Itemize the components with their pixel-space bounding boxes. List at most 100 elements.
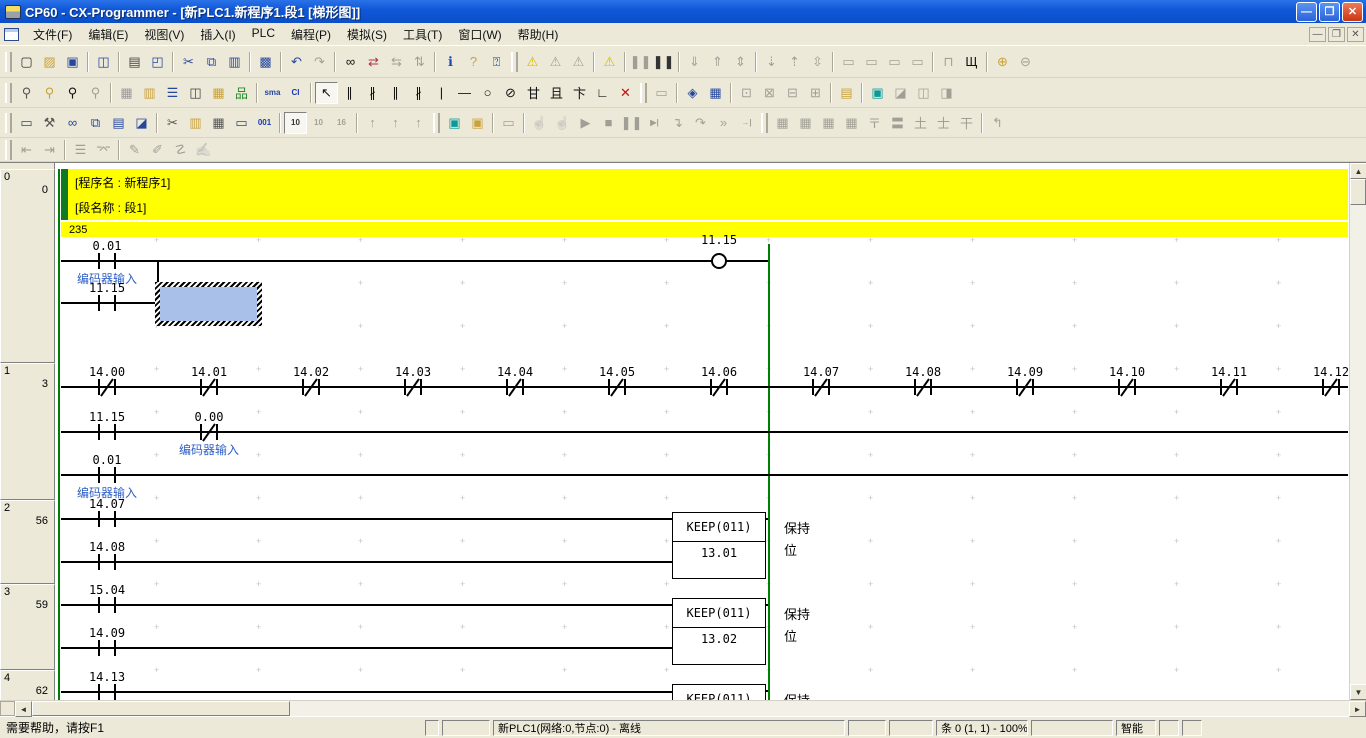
menu-编辑E[interactable]: 编辑(E) [80, 23, 136, 46]
toolbar-grip[interactable] [5, 52, 12, 72]
toolbar-grip[interactable] [433, 113, 440, 133]
properties-button[interactable]: ◪ [130, 112, 153, 134]
new-window-button[interactable]: ▭ [15, 112, 38, 134]
ladder-editor[interactable]: ▲ ▼ ++++++++++++++++++++++++++++++++++++… [0, 162, 1366, 700]
horizontal-scroll-thumb[interactable] [32, 701, 290, 716]
rung-header-1[interactable]: 13 [0, 363, 55, 500]
paste-button[interactable]: ▥ [223, 51, 246, 73]
address-list-button[interactable]: ☰ [161, 82, 184, 104]
toolbar-grip[interactable] [511, 52, 518, 72]
set-password-button[interactable]: ⊕ [991, 51, 1014, 73]
save-file-button[interactable]: ▣ [61, 51, 84, 73]
instruction-tool-button[interactable]: 甘 [522, 82, 545, 104]
rung-header-0[interactable]: 00 [0, 169, 55, 363]
radix-decimal-button[interactable]: 10 [284, 112, 307, 134]
data-trace-button[interactable]: Щ [960, 51, 983, 73]
child-restore-button[interactable]: ❐ [1328, 27, 1345, 42]
browse-layers-button[interactable]: ◈ [681, 82, 704, 104]
menu-插入I[interactable]: 插入(I) [192, 23, 243, 46]
mnemonic-view-button[interactable]: sma [261, 82, 284, 104]
instruction-2-button[interactable]: 且 [545, 82, 568, 104]
zoom-highlight-button[interactable]: ⚲ [38, 82, 61, 104]
toolbar-grip[interactable] [5, 83, 12, 103]
instruction-3-button[interactable]: 卞 [568, 82, 591, 104]
watch-window-button[interactable]: ▣ [866, 82, 889, 104]
print-preview-doc-button[interactable]: ◫ [92, 51, 115, 73]
contact-no-button[interactable]: ∥ [338, 82, 361, 104]
toolbar-grip[interactable] [640, 83, 647, 103]
vertical-scroll-track[interactable] [1350, 205, 1366, 684]
scroll-up-button[interactable]: ▲ [1350, 163, 1366, 179]
menu-文件F[interactable]: 文件(F) [25, 23, 80, 46]
simulator-settings-button[interactable]: ▣ [466, 112, 489, 134]
context-help-button[interactable]: ⍰ [485, 51, 508, 73]
scroll-down-button[interactable]: ▼ [1350, 684, 1366, 700]
menu-模拟S[interactable]: 模拟(S) [339, 23, 395, 46]
rung-header-3[interactable]: 359 [0, 584, 55, 670]
contact-or-no-button[interactable]: ∥ [384, 82, 407, 104]
close-button[interactable]: ✕ [1342, 2, 1363, 22]
address-reference-button[interactable]: ▤ [835, 82, 858, 104]
horizontal-scroll-track[interactable] [290, 701, 1349, 716]
instruction-box-clipped[interactable]: KEEP(011) [672, 684, 766, 700]
update-calendar-button[interactable]: ▦ [704, 82, 727, 104]
paste-program-button[interactable]: ▩ [254, 51, 277, 73]
toolbar-grip[interactable] [5, 113, 12, 133]
compile-button[interactable]: ⚠ [521, 51, 544, 73]
grid-toggle-button[interactable]: ▦ [115, 82, 138, 104]
copy-button[interactable]: ⧉ [200, 51, 223, 73]
binary-view-button[interactable]: 001 [253, 112, 276, 134]
vertical-scrollbar[interactable]: ▲ ▼ [1349, 163, 1366, 700]
memory-note-button[interactable]: ▥ [184, 112, 207, 134]
minimize-button[interactable]: — [1296, 2, 1317, 22]
vertical-wire-button[interactable]: | [430, 82, 453, 104]
scroll-left-button[interactable]: ◄ [15, 701, 32, 717]
menu-PLC[interactable]: PLC [244, 23, 283, 46]
zoom-tool-button[interactable]: ⚲ [15, 82, 38, 104]
work-online-button[interactable]: ⚠ [598, 51, 621, 73]
horizontal-wire-button[interactable]: — [453, 82, 476, 104]
program-tree-button[interactable]: 品 [230, 82, 253, 104]
watch-sheet-button[interactable]: ∞ [61, 112, 84, 134]
rung-header-4[interactable]: 462 [0, 670, 55, 700]
horizontal-scrollbar[interactable]: ◄ ► [0, 700, 1366, 716]
vertical-scroll-thumb[interactable] [1350, 179, 1366, 205]
contact-nc-button[interactable]: ∦ [361, 82, 384, 104]
program-check-button[interactable]: ▦ [207, 112, 230, 134]
scroll-right-button[interactable]: ► [1349, 701, 1366, 717]
select-tool-button[interactable]: ↖ [315, 82, 338, 104]
delete-tool-button[interactable]: ✕ [614, 82, 637, 104]
menu-窗口W[interactable]: 窗口(W) [450, 23, 509, 46]
menu-视图V[interactable]: 视图(V) [136, 23, 192, 46]
io-monitor-button[interactable]: ◫ [184, 82, 207, 104]
instruction-box-13.02[interactable]: KEEP(011)13.02 [672, 598, 766, 665]
about-button[interactable]: ℹ [439, 51, 462, 73]
io-comment-view-button[interactable]: ▤ [107, 112, 130, 134]
print-button[interactable]: ▤ [123, 51, 146, 73]
undo-button[interactable]: ↶ [285, 51, 308, 73]
selected-cell-highlight[interactable] [155, 282, 262, 326]
build-button[interactable]: ⚒ [38, 112, 61, 134]
symbol-table-button[interactable]: ▦ [207, 82, 230, 104]
coil-11.15[interactable]: 11.15 [711, 253, 727, 269]
pane-splitter[interactable] [0, 701, 15, 716]
rung-header-2[interactable]: 256 [0, 500, 55, 584]
print-preview-button[interactable]: ◰ [146, 51, 169, 73]
find-bit-button[interactable]: ✂ [161, 112, 184, 134]
child-close-button[interactable]: ✕ [1347, 27, 1364, 42]
restore-button[interactable]: ❐ [1319, 2, 1340, 22]
dialog-view-button[interactable]: ▭ [230, 112, 253, 134]
find-button[interactable]: ∞ [339, 51, 362, 73]
zoom-in-button[interactable]: ⚲ [61, 82, 84, 104]
cut-button[interactable]: ✂ [177, 51, 200, 73]
ci-view-button[interactable]: CI [284, 82, 307, 104]
open-file-button[interactable]: ▨ [38, 51, 61, 73]
pause-button[interactable]: ❚❚ [652, 51, 675, 73]
toolbar-grip[interactable] [761, 113, 768, 133]
rung-comment-banner[interactable]: [程序名 : 新程序1][段名称 : 段1]235 [61, 169, 1348, 237]
menu-帮助H[interactable]: 帮助(H) [510, 23, 567, 46]
replace-button[interactable]: ⇄ [362, 51, 385, 73]
contact-or-nc-button[interactable]: ∦ [407, 82, 430, 104]
menu-工具T[interactable]: 工具(T) [395, 23, 450, 46]
new-file-button[interactable]: ▢ [15, 51, 38, 73]
